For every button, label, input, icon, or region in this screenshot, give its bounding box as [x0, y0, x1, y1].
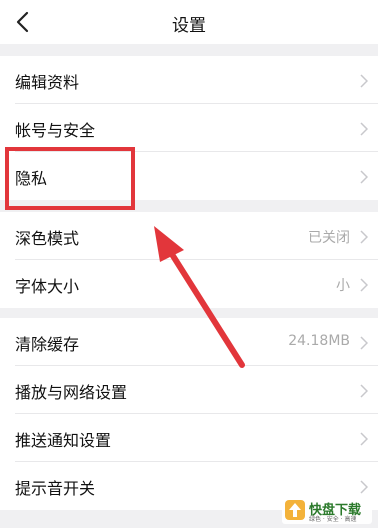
page-title: 设置: [172, 16, 206, 36]
row-value: 24.18MB: [288, 333, 350, 349]
chevron-right-icon: [360, 479, 369, 494]
settings-row-account-security[interactable]: 帐号与安全: [0, 104, 378, 152]
row-label: 清除缓存: [15, 335, 80, 354]
row-label: 提示音开关: [15, 479, 96, 498]
row-label: 字体大小: [15, 277, 80, 296]
watermark-logo: 快盘下载 绿色 · 安全 · 高速: [282, 498, 372, 524]
highlight-box: [5, 147, 135, 210]
row-label: 推送通知设置: [15, 431, 112, 450]
row-label: 帐号与安全: [15, 121, 96, 140]
chevron-right-icon: [360, 335, 369, 350]
settings-row-push-notifications[interactable]: 推送通知设置: [0, 414, 378, 462]
watermark-subtitle: 绿色 · 安全 · 高速: [309, 516, 357, 523]
chevron-right-icon: [360, 229, 369, 244]
settings-row-clear-cache[interactable]: 清除缓存 24.18MB: [0, 318, 378, 366]
chevron-right-icon: [360, 121, 369, 136]
settings-row-font-size[interactable]: 字体大小 小: [0, 260, 378, 308]
chevron-right-icon: [360, 383, 369, 398]
row-value: 小: [336, 278, 350, 294]
settings-row-edit-profile[interactable]: 编辑资料: [0, 56, 378, 104]
row-label: 播放与网络设置: [15, 383, 128, 402]
row-label: 编辑资料: [15, 73, 80, 92]
chevron-right-icon: [360, 73, 369, 88]
row-label: 深色模式: [15, 229, 80, 248]
header-bar: 设置: [0, 0, 378, 44]
settings-row-playback-network[interactable]: 播放与网络设置: [0, 366, 378, 414]
download-logo-icon: [284, 499, 306, 521]
chevron-right-icon: [360, 169, 369, 184]
chevron-right-icon: [360, 431, 369, 446]
chevron-right-icon: [360, 277, 369, 292]
settings-row-dark-mode[interactable]: 深色模式 已关闭: [0, 212, 378, 260]
row-value: 已关闭: [308, 230, 350, 246]
